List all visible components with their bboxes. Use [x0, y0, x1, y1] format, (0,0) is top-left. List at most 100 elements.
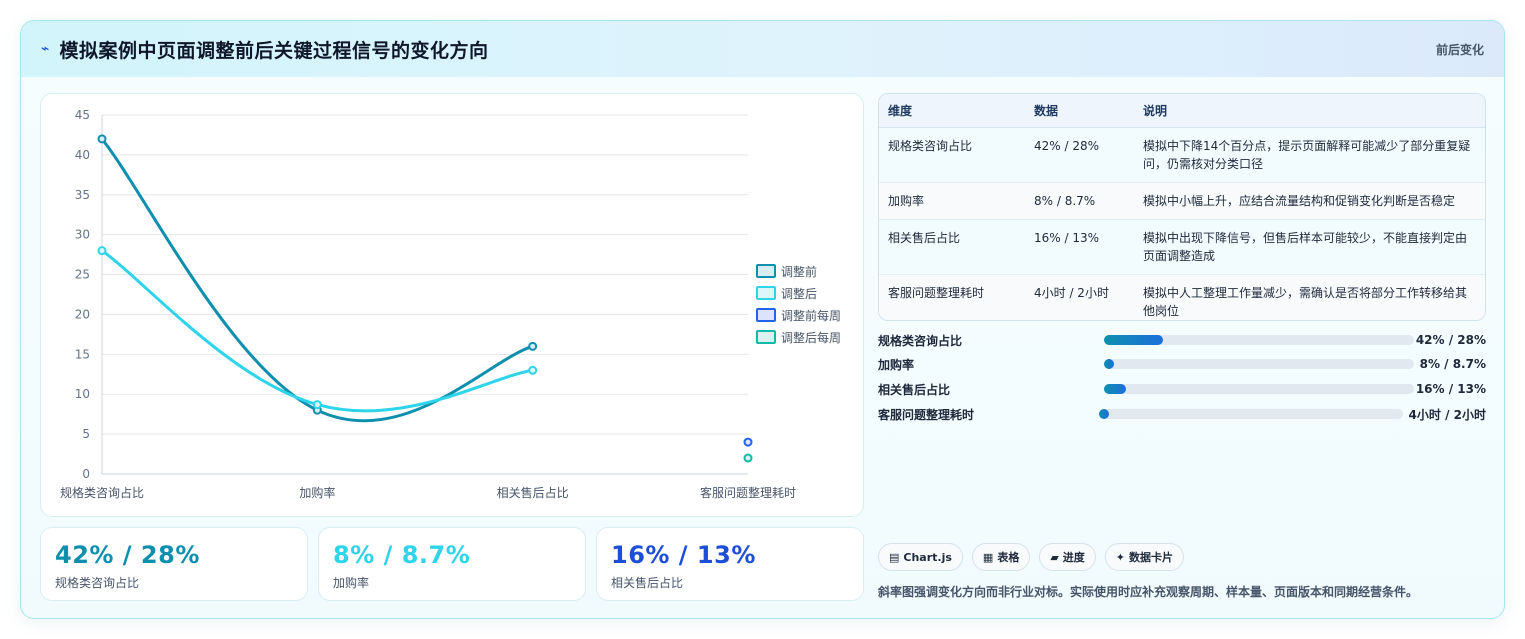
table-cell: 加购率 [879, 182, 1025, 220]
progress-track [1099, 409, 1403, 419]
progress-fill [1104, 335, 1163, 345]
legend-label: 调整前 [781, 264, 817, 279]
progress-label: 加购率 [878, 357, 915, 372]
pill-label: Chart.js [903, 550, 952, 564]
table-cell: 16% / 13% [1025, 219, 1134, 275]
page-title: 模拟案例中页面调整前后关键过程信号的变化方向 [59, 39, 489, 62]
progress-track [1104, 335, 1414, 345]
pill-data-card[interactable]: ✦ 数据卡片 [1104, 543, 1185, 571]
x-tick-label: 规格类咨询占比 [60, 485, 144, 500]
card-header: ⌁ 模拟案例中页面调整前后关键过程信号的变化方向 前后变化 [21, 21, 1504, 77]
progress-row-1: 加购率 8% / 8.7% [878, 355, 1486, 373]
pill-label: 数据卡片 [1129, 551, 1174, 564]
y-tick-label: 25 [75, 268, 90, 282]
table-cell: 规格类咨询占比 [879, 127, 1025, 183]
y-tick-label: 5 [82, 427, 90, 441]
data-point [743, 453, 753, 463]
table-cell: 8% / 8.7% [1025, 182, 1134, 220]
kpi-value: 16% / 13% [611, 541, 756, 569]
pill-table[interactable]: ▦ 表格 [971, 543, 1031, 571]
legend-swatch [756, 264, 776, 278]
kpi-card-2: 16% / 13% 相关售后占比 [596, 527, 864, 601]
table-cell: 模拟中小幅上升，应结合流量结构和促销变化判断是否稳定 [1134, 182, 1485, 220]
kpi-label: 规格类咨询占比 [55, 576, 140, 590]
kpi-value: 42% / 28% [55, 541, 200, 569]
x-tick-label: 相关售后占比 [497, 485, 569, 500]
data-point [97, 134, 107, 144]
legend-label: 调整前每周 [781, 308, 841, 323]
legend-swatch [756, 308, 776, 322]
chart-icon: ▤ [889, 550, 900, 564]
y-tick-label: 10 [75, 387, 90, 401]
progress-label: 相关售后占比 [878, 382, 951, 397]
main-card: ⌁ 模拟案例中页面调整前后关键过程信号的变化方向 前后变化 0 5 10 15 20 25… [20, 20, 1505, 619]
x-tick-label: 加购率 [299, 485, 335, 500]
pill-label: 进度 [1062, 551, 1085, 564]
table-cell: 模拟中下降14个百分点，提示页面解释可能减少了部分重复疑问，仍需核对分类口径 [1134, 127, 1485, 183]
legend-label: 调整后每周 [781, 330, 841, 345]
table-cell: 相关售后占比 [879, 219, 1025, 275]
data-table-wrapper: 维度 数据 说明 规格类咨询占比 42% / 28% 模拟中下降14个百分点，提… [878, 93, 1486, 321]
table-cell: 模拟中出现下降信号，但售后样本可能较少，不能直接判定由页面调整造成 [1134, 219, 1485, 275]
data-point [743, 437, 753, 447]
kpi-label: 相关售后占比 [611, 576, 684, 590]
y-tick-label: 0 [82, 467, 90, 481]
progress-fill [1099, 409, 1109, 419]
table-header: 数据 [1025, 94, 1134, 128]
y-tick-label: 35 [75, 188, 90, 202]
kpi-label: 加购率 [333, 576, 370, 590]
progress-label: 客服问题整理耗时 [878, 407, 975, 422]
y-tick-label: 40 [75, 148, 90, 162]
pill-chartjs[interactable]: ▤ Chart.js [878, 543, 963, 571]
table-row: 规格类咨询占比 42% / 28% 模拟中下降14个百分点，提示页面解释可能减少… [879, 127, 1485, 183]
table-row: 相关售后占比 16% / 13% 模拟中出现下降信号，但售后样本可能较少，不能直… [879, 219, 1485, 275]
progress-label: 规格类咨询占比 [878, 333, 963, 348]
table-cell: 客服问题整理耗时 [879, 274, 1025, 320]
chart-svg: 0 5 10 15 20 25 30 35 40 45 规格类咨询占比 加购率 相关售后占比 客服问题整理… [60, 108, 841, 500]
table-header: 说明 [1134, 94, 1485, 128]
data-point [312, 400, 322, 410]
data-table: 维度 数据 说明 规格类咨询占比 42% / 28% 模拟中下降14个百分点，提… [879, 94, 1485, 320]
progress-track [1104, 384, 1414, 394]
pill-label: 表格 [997, 551, 1020, 564]
progress-value: 42% / 28% [1415, 333, 1486, 347]
progress-fill [1104, 384, 1126, 394]
legend-label: 调整后 [781, 286, 817, 301]
pill-progress[interactable]: ▰ 进度 [1039, 543, 1096, 571]
kpi-value: 8% / 8.7% [333, 541, 471, 569]
table-cell: 42% / 28% [1025, 127, 1134, 183]
footnote: 斜率图强调变化方向而非行业对标。实际使用时应补充观察周期、样本量、页面版本和同期… [878, 585, 1419, 599]
progress-value: 16% / 13% [1415, 382, 1486, 396]
progress-row-3: 客服问题整理耗时 4小时 / 2小时 [878, 405, 1486, 423]
data-point [97, 246, 107, 256]
progress-value: 4小时 / 2小时 [1408, 407, 1486, 422]
x-tick-label: 客服问题整理耗时 [700, 485, 796, 500]
pulse-icon: ⌁ [41, 41, 50, 57]
kpi-card-0: 42% / 28% 规格类咨询占比 [40, 527, 308, 601]
progress-row-0: 规格类咨询占比 42% / 28% [878, 331, 1486, 349]
y-tick-label: 30 [75, 228, 90, 242]
y-tick-label: 20 [75, 307, 90, 321]
table-header: 维度 [879, 94, 1025, 128]
kpi-card-1: 8% / 8.7% 加购率 [318, 527, 586, 601]
progress-icon: ▰ [1050, 550, 1059, 564]
header-tag: 前后变化 [1435, 42, 1484, 57]
data-point [528, 341, 538, 351]
progress-track [1104, 359, 1414, 369]
feature-pills: ▤ Chart.js ▦ 表格 ▰ 进度 ✦ 数据卡片 [878, 543, 1185, 571]
progress-fill [1104, 359, 1114, 369]
sparkle-icon: ✦ [1115, 550, 1126, 564]
table-cell: 4小时 / 2小时 [1025, 274, 1134, 320]
progress-row-2: 相关售后占比 16% / 13% [878, 380, 1486, 398]
slope-chart: 0 5 10 15 20 25 30 35 40 45 规格类咨询占比 加购率 相关售后占比 客服问题整理… [40, 93, 864, 517]
data-point [528, 365, 538, 375]
table-cell: 模拟中人工整理工作量减少，需确认是否将部分工作转移给其他岗位 [1134, 274, 1485, 320]
table-row: 加购率 8% / 8.7% 模拟中小幅上升，应结合流量结构和促销变化判断是否稳定 [879, 182, 1485, 220]
table-row: 客服问题整理耗时 4小时 / 2小时 模拟中人工整理工作量减少，需确认是否将部分… [879, 274, 1485, 320]
table-icon: ▦ [982, 550, 994, 564]
legend-swatch [756, 330, 776, 344]
progress-value: 8% / 8.7% [1419, 357, 1486, 371]
y-tick-label: 15 [75, 347, 90, 361]
y-tick-label: 45 [75, 108, 90, 122]
legend-swatch [756, 286, 776, 300]
